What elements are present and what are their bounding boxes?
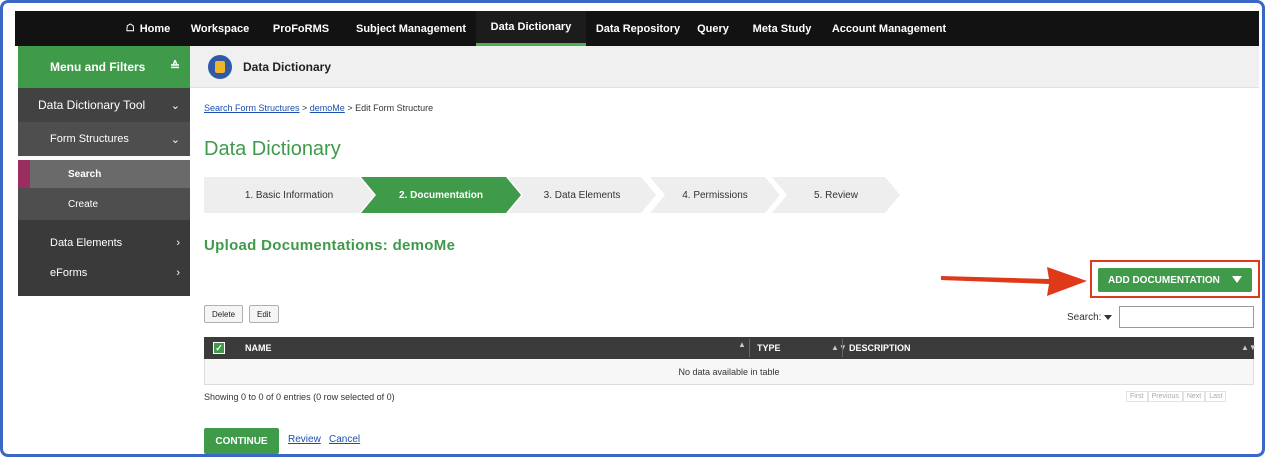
- chevron-right-icon: ›: [176, 267, 180, 279]
- chevron-down-icon: ⌄: [170, 99, 180, 112]
- step-wizard: 1. Basic Information 2. Documentation 3.…: [204, 177, 904, 213]
- caret-down-icon: [1104, 314, 1113, 320]
- add-documentation-button[interactable]: ADD DOCUMENTATION: [1098, 268, 1252, 292]
- page-header-title: Data Dictionary: [243, 60, 332, 74]
- sidebar-item-form-structures[interactable]: Form Structures ⌄: [18, 122, 190, 156]
- table-info: Showing 0 to 0 of 0 entries (0 row selec…: [204, 392, 395, 402]
- sidebar-item-data-elements[interactable]: Data Elements ›: [18, 228, 190, 258]
- search-options[interactable]: Search:: [1067, 312, 1113, 323]
- breadcrumb-demome[interactable]: demoMe: [310, 103, 345, 113]
- nav-home[interactable]: ☖ Home: [118, 11, 178, 46]
- pagination: First Previous Next Last: [1126, 391, 1227, 402]
- column-name[interactable]: NAME: [245, 337, 272, 359]
- add-documentation-highlight: ADD DOCUMENTATION: [1090, 260, 1260, 298]
- annotation-arrow: [941, 267, 1087, 296]
- table-header: ✓ NAME ▲ TYPE ▲▼ DESCRIPTION ▲▼: [204, 337, 1257, 359]
- double-chevron-down-icon: ≙: [169, 59, 180, 73]
- continue-button[interactable]: CONTINUE: [204, 428, 279, 454]
- search-input[interactable]: [1119, 306, 1254, 328]
- chevron-right-icon: ›: [176, 237, 180, 249]
- menu-and-filters-toggle[interactable]: Menu and Filters ≙: [18, 46, 190, 88]
- cancel-link[interactable]: Cancel: [329, 434, 360, 445]
- delete-button[interactable]: Delete: [204, 305, 244, 323]
- nav-subject-management[interactable]: Subject Management: [347, 11, 475, 46]
- screenshot-frame: ☖ Home Workspace ProFoRMS Subject Manage…: [0, 0, 1265, 457]
- nav-data-dictionary[interactable]: Data Dictionary: [476, 11, 586, 46]
- sidebar-item-search[interactable]: Search: [18, 160, 190, 188]
- sidebar-item-data-dictionary-tool[interactable]: Data Dictionary Tool ⌄: [18, 88, 190, 122]
- nav-meta-study[interactable]: Meta Study: [745, 11, 819, 46]
- column-type[interactable]: TYPE: [757, 337, 781, 359]
- sort-icon[interactable]: ▲▼: [831, 343, 847, 352]
- data-dictionary-icon: [208, 55, 232, 79]
- select-all-checkbox[interactable]: ✓: [213, 342, 225, 354]
- nav-workspace[interactable]: Workspace: [187, 11, 253, 46]
- sidebar-item-create[interactable]: Create: [18, 188, 190, 220]
- step-review[interactable]: 5. Review: [772, 177, 900, 213]
- nav-query[interactable]: Query: [691, 11, 735, 46]
- home-icon: ☖: [125, 23, 135, 34]
- sort-asc-icon[interactable]: ▲: [738, 340, 746, 349]
- section-title: Upload Documentations: demoMe: [204, 237, 456, 254]
- pager-first[interactable]: First: [1126, 391, 1148, 402]
- step-documentation[interactable]: 2. Documentation: [361, 177, 521, 213]
- sort-icon[interactable]: ▲▼: [1241, 343, 1257, 352]
- edit-button[interactable]: Edit: [249, 305, 279, 323]
- active-indicator: [18, 160, 30, 188]
- column-description[interactable]: DESCRIPTION: [849, 337, 911, 359]
- chevron-down-icon: ⌄: [170, 133, 180, 146]
- table-empty-row: No data available in table: [204, 359, 1254, 385]
- sidebar: Menu and Filters ≙ Data Dictionary Tool …: [18, 46, 190, 296]
- breadcrumb: Search Form Structures > demoMe > Edit F…: [204, 103, 434, 113]
- nav-data-repository[interactable]: Data Repository: [588, 11, 688, 46]
- top-navigation: ☖ Home Workspace ProFoRMS Subject Manage…: [15, 11, 1259, 46]
- pager-next[interactable]: Next: [1182, 391, 1206, 402]
- breadcrumb-search-form-structures[interactable]: Search Form Structures: [204, 103, 300, 113]
- caret-down-icon: [1232, 276, 1242, 283]
- step-permissions[interactable]: 4. Permissions: [650, 177, 780, 213]
- sidebar-item-eforms[interactable]: eForms ›: [18, 258, 190, 288]
- page-header: Data Dictionary: [190, 46, 1259, 88]
- page-title: Data Dictionary: [204, 138, 341, 160]
- pager-last[interactable]: Last: [1205, 391, 1227, 402]
- review-link[interactable]: Review: [288, 434, 321, 445]
- pager-previous[interactable]: Previous: [1147, 391, 1183, 402]
- step-data-elements[interactable]: 3. Data Elements: [508, 177, 656, 213]
- nav-account-management[interactable]: Account Management: [827, 11, 951, 46]
- nav-proforms[interactable]: ProFoRMS: [265, 11, 337, 46]
- step-basic-information[interactable]: 1. Basic Information: [204, 177, 374, 213]
